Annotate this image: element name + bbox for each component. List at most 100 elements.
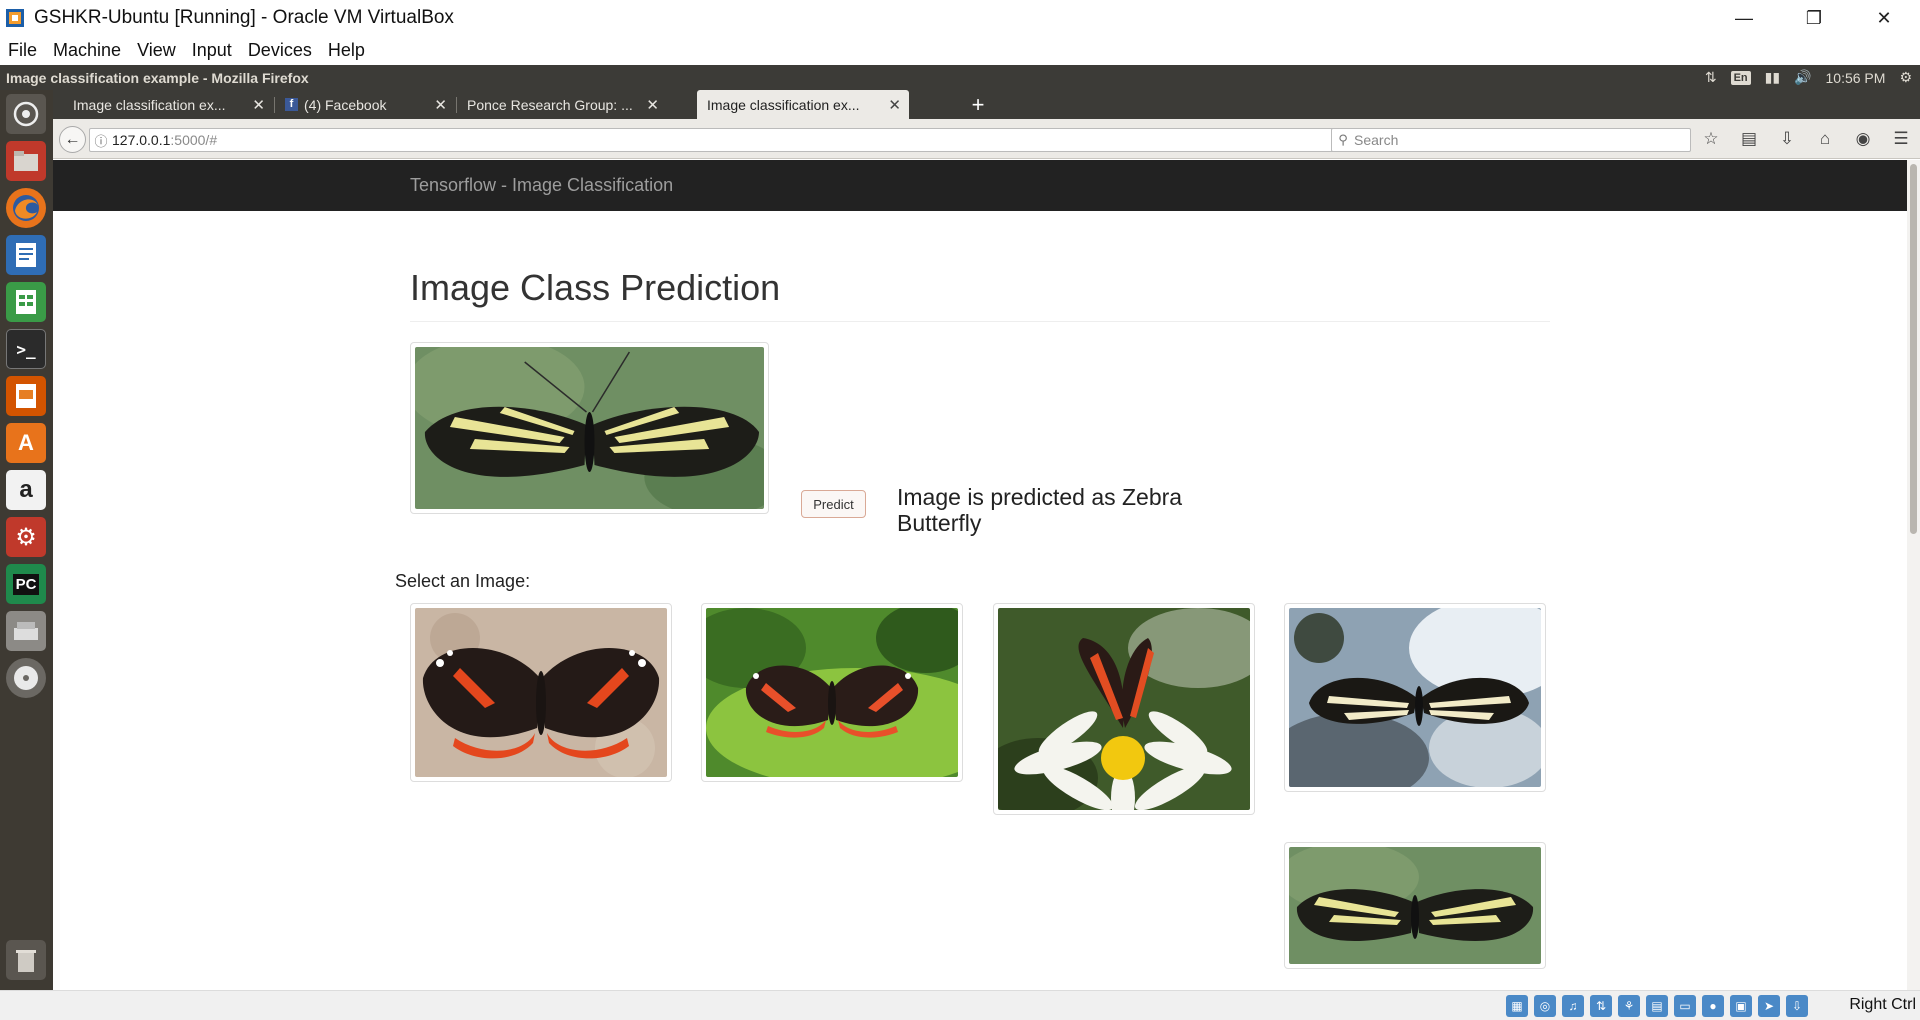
tab-image-classification-1[interactable]: Image classification ex... ✕ [63, 90, 273, 119]
gallery-item[interactable] [1284, 603, 1546, 792]
panel-indicators: ⇅ En ▮▮ 🔊 10:56 PM ⚙ [1705, 65, 1912, 90]
red-admiral-sand-image [415, 608, 667, 777]
bookmark-star-icon[interactable]: ☆ [1692, 129, 1730, 149]
trash-icon[interactable] [6, 940, 46, 980]
back-arrow-icon[interactable]: ← [59, 126, 86, 153]
minimize-icon[interactable]: — [1716, 0, 1772, 36]
menu-file[interactable]: File [0, 40, 45, 61]
page-header: Image Class Prediction [410, 267, 1550, 322]
new-tab-button[interactable]: + [963, 90, 993, 119]
gallery-item[interactable] [993, 603, 1255, 815]
panel-window-title: Image classification example - Mozilla F… [6, 69, 309, 86]
keyboard-capture-icon[interactable]: ⇩ [1786, 995, 1808, 1017]
zebra-butterfly-image [415, 347, 764, 509]
close-tab-icon[interactable]: ✕ [646, 96, 659, 114]
menu-view[interactable]: View [129, 40, 184, 61]
home-icon[interactable]: ⌂ [1806, 129, 1844, 149]
url-bar[interactable]: ⓘ 127.0.0.1:5000/# ↻ [89, 128, 1381, 152]
scrollbar-thumb[interactable] [1910, 164, 1917, 534]
system-settings-icon[interactable]: ⚙ [6, 517, 46, 557]
search-placeholder: Search [1354, 132, 1399, 148]
browser-navbar: ← ⓘ 127.0.0.1:5000/# ↻ ⚲ Search ☆ ▤ ⇩ ⌂ … [53, 119, 1920, 159]
prediction-result: Image is predicted as Zebra Butterfly [897, 484, 1183, 536]
scanner-icon[interactable] [6, 611, 46, 651]
vbox-statusbar: ▦ ◎ ♫ ⇅ ⚘ ▤ ▭ ● ▣ ➤ ⇩ Right Ctrl [0, 990, 1920, 1020]
gallery-item[interactable] [410, 603, 672, 782]
keyboard-layout[interactable]: En [1730, 70, 1751, 85]
toolbar-icons: ☆ ▤ ⇩ ⌂ ◉ ☰ [1692, 119, 1920, 159]
optical-disc-icon[interactable] [6, 658, 46, 698]
files-icon[interactable] [6, 141, 46, 181]
menu-devices[interactable]: Devices [240, 40, 320, 61]
amazon-icon[interactable]: a [6, 470, 46, 510]
audio-icon[interactable]: ♫ [1562, 995, 1584, 1017]
url-path: :5000/# [170, 132, 218, 148]
red-admiral-leaf-image [706, 608, 958, 777]
mouse-integration-icon[interactable]: ➤ [1758, 995, 1780, 1017]
restore-icon[interactable]: ❐ [1786, 0, 1842, 36]
site-navbar: Tensorflow - Image Classification [53, 160, 1907, 211]
search-input[interactable]: ⚲ Search [1331, 128, 1691, 152]
predict-button[interactable]: Predict [801, 490, 866, 518]
info-icon[interactable]: ⓘ [90, 131, 112, 150]
download-icon[interactable]: ⇩ [1768, 129, 1806, 149]
host-key-label: Right Ctrl [1849, 996, 1916, 1013]
close-tab-icon[interactable]: ✕ [434, 96, 447, 114]
search-icon: ⚲ [1338, 132, 1348, 147]
menu-help[interactable]: Help [320, 40, 373, 61]
vbox-titlebar: GSHKR-Ubuntu [Running] - Oracle VM Virtu… [0, 0, 1920, 36]
shared-folders-icon[interactable]: ▤ [1646, 995, 1668, 1017]
hard-disk-icon[interactable]: ▦ [1506, 995, 1528, 1017]
vbox-menubar: File Machine View Input Devices Help [0, 36, 1920, 65]
site-brand[interactable]: Tensorflow - Image Classification [410, 175, 673, 196]
virtualbox-icon [4, 7, 26, 29]
web-page: Tensorflow - Image Classification Image … [53, 160, 1907, 990]
gallery-item[interactable] [701, 603, 963, 782]
reading-list-icon[interactable]: ▤ [1730, 129, 1768, 149]
tab-ponce-research[interactable]: Ponce Research Group: ... ✕ [457, 90, 667, 119]
hamburger-menu-icon[interactable]: ☰ [1882, 129, 1920, 149]
red-admiral-daisy-image [998, 608, 1250, 810]
status-icons: ▦ ◎ ♫ ⇅ ⚘ ▤ ▭ ● ▣ ➤ ⇩ [1506, 995, 1808, 1017]
page-scrollbar[interactable] [1907, 160, 1920, 990]
close-tab-icon[interactable]: ✕ [252, 96, 265, 114]
settings-gear-icon[interactable]: ⚙ [1899, 69, 1912, 86]
close-icon[interactable]: ✕ [1856, 0, 1912, 36]
url-host: 127.0.0.1 [112, 132, 171, 148]
selected-image [410, 342, 769, 514]
libreoffice-impress-icon[interactable] [6, 376, 46, 416]
software-center-icon[interactable]: A [6, 423, 46, 463]
clock[interactable]: 10:56 PM [1826, 70, 1886, 86]
close-tab-icon[interactable]: ✕ [888, 96, 901, 114]
terminal-icon[interactable]: >_ [6, 329, 46, 369]
tab-label: (4) Facebook [304, 96, 387, 113]
pycharm-icon[interactable]: PC [6, 564, 46, 604]
network-icon[interactable]: ⇅ [1705, 69, 1717, 86]
pocket-icon[interactable]: ◉ [1844, 129, 1882, 149]
tab-facebook[interactable]: f (4) Facebook ✕ [275, 90, 455, 119]
libreoffice-writer-icon[interactable] [6, 235, 46, 275]
libreoffice-calc-icon[interactable] [6, 282, 46, 322]
optical-drive-icon[interactable]: ◎ [1534, 995, 1556, 1017]
volume-icon[interactable]: 🔊 [1794, 69, 1811, 86]
unity-launcher: >_ A a ⚙ PC [0, 90, 53, 990]
page-title: Image Class Prediction [410, 267, 781, 308]
zebra-butterfly-image [1289, 847, 1541, 964]
browser-tabbar: Image classification ex... ✕ f (4) Faceb… [53, 90, 1920, 119]
video-capture-icon[interactable]: ● [1702, 995, 1724, 1017]
facebook-icon: f [285, 98, 298, 111]
menu-machine[interactable]: Machine [45, 40, 129, 61]
firefox-icon[interactable] [6, 188, 46, 228]
display-icon[interactable]: ▭ [1674, 995, 1696, 1017]
tab-image-classification-active[interactable]: Image classification ex... ✕ [697, 90, 909, 119]
zebra-butterfly-rock-image [1289, 608, 1541, 787]
battery-icon[interactable]: ▮▮ [1765, 69, 1780, 86]
menu-input[interactable]: Input [184, 40, 240, 61]
tab-label: Image classification ex... [707, 96, 860, 113]
cpu-icon[interactable]: ▣ [1730, 995, 1752, 1017]
vbox-window-title: GSHKR-Ubuntu [Running] - Oracle VM Virtu… [34, 7, 454, 28]
network-adapter-icon[interactable]: ⇅ [1590, 995, 1612, 1017]
usb-icon[interactable]: ⚘ [1618, 995, 1640, 1017]
gallery-item[interactable] [1284, 842, 1546, 969]
dash-home-icon[interactable] [6, 94, 46, 134]
